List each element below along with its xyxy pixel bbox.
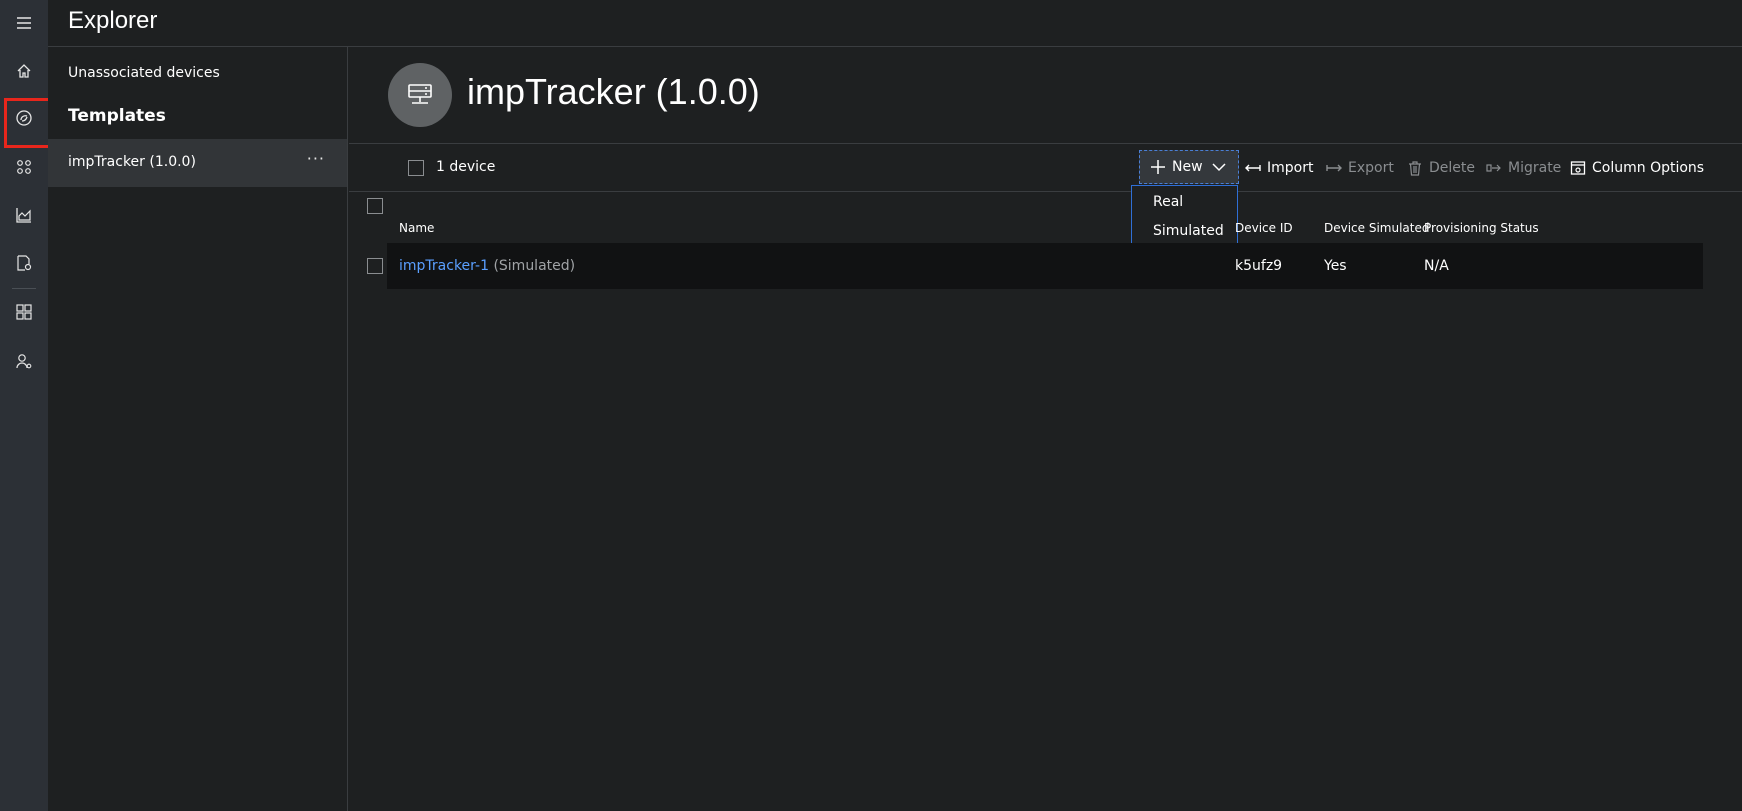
device-name-link[interactable]: impTracker-1 xyxy=(399,258,489,274)
menu-item-simulated[interactable]: Simulated xyxy=(1153,223,1224,239)
device-simulated-tag: (Simulated) xyxy=(493,258,576,274)
column-header-provisioning-status[interactable]: Provisioning Status xyxy=(1424,221,1539,235)
plus-icon xyxy=(1151,160,1165,174)
menu-button[interactable] xyxy=(0,1,48,45)
device-toolbar: 1 device New Import Export Delete Migrat… xyxy=(349,143,1742,192)
template-avatar xyxy=(388,63,452,127)
table-select-all-checkbox[interactable] xyxy=(367,198,383,214)
administration-button[interactable] xyxy=(0,339,48,383)
templates-heading: Templates xyxy=(68,106,166,126)
unassociated-devices-link[interactable]: Unassociated devices xyxy=(68,65,220,81)
template-item-imptracker[interactable]: impTracker (1.0.0) ··· xyxy=(48,139,347,187)
app-header: Explorer xyxy=(48,0,1742,47)
page-title: Explorer xyxy=(68,7,158,34)
analytics-icon xyxy=(16,208,31,223)
device-explorer-icon xyxy=(16,110,32,126)
table-row[interactable]: impTracker-1 (Simulated) k5ufz9 Yes N/A xyxy=(367,243,1703,289)
column-options-icon xyxy=(1570,161,1586,175)
menu-icon xyxy=(17,17,31,29)
migrate-button[interactable]: Migrate xyxy=(1486,152,1561,184)
provisioning-status-cell: N/A xyxy=(1424,258,1449,274)
column-header-device-id[interactable]: Device ID xyxy=(1235,221,1293,235)
export-icon xyxy=(1326,164,1342,172)
jobs-button[interactable] xyxy=(0,241,48,285)
device-id-cell: k5ufz9 xyxy=(1235,258,1283,274)
export-button[interactable]: Export xyxy=(1326,152,1394,184)
column-options-button[interactable]: Column Options xyxy=(1570,152,1704,184)
device-explorer-button[interactable] xyxy=(0,96,52,148)
device-sets-button[interactable] xyxy=(0,145,48,189)
column-header-name[interactable]: Name xyxy=(399,221,434,235)
new-button-label: New xyxy=(1172,159,1203,175)
column-header-device-simulated[interactable]: Device Simulated xyxy=(1324,221,1430,235)
menu-item-real[interactable]: Real xyxy=(1153,194,1183,210)
template-item-label: impTracker (1.0.0) xyxy=(68,154,196,170)
column-options-label: Column Options xyxy=(1592,160,1705,176)
select-all-checkbox[interactable] xyxy=(408,160,424,176)
home-button[interactable] xyxy=(0,49,48,93)
export-label: Export xyxy=(1348,160,1394,176)
device-count: 1 device xyxy=(436,159,496,175)
delete-button[interactable]: Delete xyxy=(1407,152,1475,184)
app-window: Explorer Unassociated devices Templates … xyxy=(0,0,1742,811)
dashboard-icon xyxy=(16,304,32,320)
device-sets-icon xyxy=(17,160,31,174)
analytics-button[interactable] xyxy=(0,193,48,237)
import-button[interactable]: Import xyxy=(1245,152,1313,184)
trash-icon xyxy=(1409,161,1421,176)
device-name-cell: impTracker-1 (Simulated) xyxy=(399,258,575,274)
import-label: Import xyxy=(1267,160,1314,176)
device-template-icon xyxy=(408,84,432,104)
jobs-icon xyxy=(17,255,32,271)
template-title: impTracker (1.0.0) xyxy=(467,71,760,112)
main-content: impTracker (1.0.0) 1 device New Import E… xyxy=(349,47,1742,811)
more-options-icon[interactable]: ··· xyxy=(307,149,325,168)
rail-divider xyxy=(12,288,36,289)
left-navigation-rail xyxy=(0,0,52,811)
delete-label: Delete xyxy=(1429,160,1475,176)
administration-icon xyxy=(16,354,32,369)
templates-panel: Unassociated devices Templates impTracke… xyxy=(48,47,348,811)
device-simulated-cell: Yes xyxy=(1324,258,1347,274)
import-icon xyxy=(1245,164,1261,172)
migrate-label: Migrate xyxy=(1508,160,1562,176)
new-device-button[interactable]: New xyxy=(1139,150,1239,184)
dashboard-button[interactable] xyxy=(0,290,48,334)
chevron-down-icon xyxy=(1212,163,1226,172)
row-checkbox[interactable] xyxy=(367,258,383,274)
migrate-icon xyxy=(1486,164,1501,172)
home-icon xyxy=(17,64,31,78)
